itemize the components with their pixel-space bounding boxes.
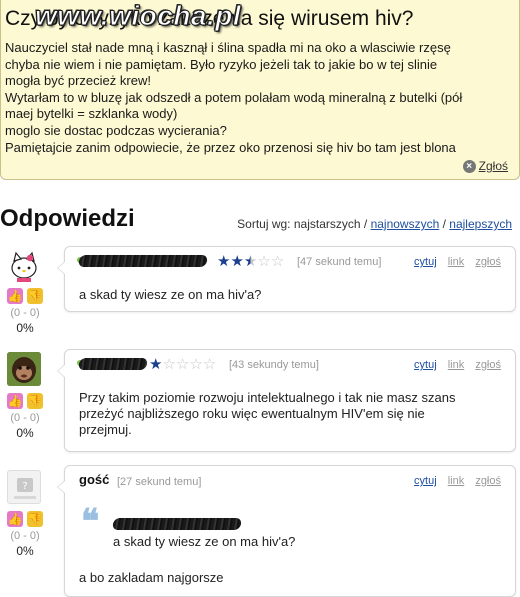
answer-text: a skad ty wiesz ze on ma hiv'a? bbox=[79, 287, 262, 302]
star-icon: ☆ bbox=[202, 356, 217, 373]
star-icon: ☆ bbox=[175, 356, 190, 373]
vote-score: (0 - 0) bbox=[10, 412, 40, 424]
vote-percent: 0% bbox=[16, 321, 34, 335]
quote-link[interactable]: cytuj bbox=[414, 256, 437, 268]
answer-author: gość bbox=[79, 472, 110, 487]
star-icon: ☆ bbox=[270, 253, 285, 270]
monkey-avatar[interactable] bbox=[7, 352, 41, 386]
question-body: Nauczyciel stał nade mną i kasznął i śli… bbox=[5, 40, 513, 156]
rating-stars: ★★★☆☆ bbox=[217, 252, 284, 270]
sort-separator: / bbox=[442, 217, 446, 231]
star-icon: ☆ bbox=[162, 356, 176, 373]
vote-panel: 👍 👎 (0 - 0) 0% bbox=[3, 393, 47, 440]
guest-avatar[interactable]: ? bbox=[7, 470, 41, 504]
question-line: maej bytelki = szklanka wody) bbox=[5, 106, 178, 122]
thumb-down-icon[interactable]: 👎 bbox=[27, 511, 43, 527]
report-answer-link[interactable]: zgłoś bbox=[475, 359, 501, 371]
vote-panel: 👍 👎 (0 - 0) 0% bbox=[3, 288, 47, 335]
answer-text-line: przejmuj. bbox=[79, 422, 132, 437]
quote-icon: ❝ bbox=[81, 502, 100, 542]
redacted-username bbox=[77, 255, 209, 267]
vote-score: (0 - 0) bbox=[10, 307, 40, 319]
svg-text:?: ? bbox=[22, 481, 27, 492]
report-question-link[interactable]: × Zgłoś bbox=[462, 159, 508, 173]
hello-kitty-avatar[interactable] bbox=[7, 249, 41, 283]
answer-timestamp: [27 sekund temu] bbox=[117, 476, 202, 488]
answer-timestamp: [47 sekund temu] bbox=[297, 256, 382, 268]
answer-actions: cytuj link zgłoś bbox=[414, 359, 501, 371]
vote-percent: 0% bbox=[16, 544, 34, 558]
thumb-up-icon[interactable]: 👍 bbox=[7, 288, 23, 304]
answer-actions: cytuj link zgłoś bbox=[414, 475, 501, 487]
vote-percent: 0% bbox=[16, 426, 34, 440]
answer-actions: cytuj link zgłoś bbox=[414, 256, 501, 268]
star-icon: ★ bbox=[149, 356, 163, 373]
sort-controls: Sortuj wg: najstarszych / najnowszych / … bbox=[237, 217, 512, 231]
report-answer-link[interactable]: zgłoś bbox=[475, 256, 501, 268]
vote-score: (0 - 0) bbox=[10, 530, 40, 542]
answer-text-line: Przy takim poziomie rozwoju intelektualn… bbox=[79, 390, 456, 405]
thumb-up-icon[interactable]: 👍 bbox=[7, 511, 23, 527]
answer-text-line: przeżyć najbliższego roku więc ewentualn… bbox=[79, 406, 425, 421]
question-line: Pamiętajcie zanim odpowiecie, że przez o… bbox=[5, 139, 456, 155]
quoted-text: a skad ty wiesz ze on ma hiv'a? bbox=[113, 534, 296, 549]
question-line: mogła być przecież krew! bbox=[5, 73, 151, 89]
star-icon: ★ bbox=[243, 253, 258, 270]
site-watermark: www.wiocha.pl bbox=[34, 0, 242, 32]
star-icon: ★ bbox=[230, 253, 244, 270]
answers-heading: Odpowiedzi bbox=[0, 205, 135, 232]
question-line: moglo sie dostac podczas wycierania? bbox=[5, 122, 227, 138]
answer-bubble: ★★★☆☆ [47 sekund temu] cytuj link zgłoś … bbox=[57, 246, 516, 312]
permalink-link[interactable]: link bbox=[448, 359, 465, 371]
star-icon: ☆ bbox=[189, 356, 203, 373]
close-icon: × bbox=[462, 159, 476, 173]
answer-bubble: gość [27 sekund temu] cytuj link zgłoś ❝… bbox=[57, 465, 516, 597]
sort-newest-link[interactable]: najnowszych bbox=[371, 217, 440, 231]
permalink-link[interactable]: link bbox=[448, 475, 465, 487]
thumb-up-icon[interactable]: 👍 bbox=[7, 393, 23, 409]
answer-timestamp: [43 sekundy temu] bbox=[229, 359, 319, 371]
question-line: chyba nie wiem i nie pamiętam. Było ryzy… bbox=[5, 56, 438, 72]
sort-best-link[interactable]: najlepszych bbox=[449, 217, 512, 231]
report-answer-link[interactable]: zgłoś bbox=[475, 475, 501, 487]
quote-link[interactable]: cytuj bbox=[414, 359, 437, 371]
star-icon: ★ bbox=[217, 253, 231, 270]
rating-stars: ★☆☆☆☆ bbox=[149, 355, 216, 373]
redacted-quoted-username bbox=[111, 518, 243, 530]
sort-label: Sortuj wg: najstarszych / bbox=[237, 217, 368, 231]
answer-text: Przy takim poziomie rozwoju intelektualn… bbox=[79, 390, 455, 438]
thumb-down-icon[interactable]: 👎 bbox=[27, 288, 43, 304]
redacted-username bbox=[77, 358, 149, 370]
answer-bubble: ★☆☆☆☆ [43 sekundy temu] cytuj link zgłoś… bbox=[57, 349, 516, 452]
report-label: Zgłoś bbox=[478, 159, 508, 173]
answer-text: a bo zakladam najgorsze bbox=[79, 570, 224, 585]
question-line: Nauczyciel stał nade mną i kasznął i śli… bbox=[5, 40, 451, 55]
quote-link[interactable]: cytuj bbox=[414, 475, 437, 487]
permalink-link[interactable]: link bbox=[448, 256, 465, 268]
question-line: Wytarłam to w bluzę jak odszedł a potem … bbox=[5, 89, 463, 105]
thumb-down-icon[interactable]: 👎 bbox=[27, 393, 43, 409]
vote-panel: 👍 👎 (0 - 0) 0% bbox=[3, 511, 47, 558]
question-box: Czy było ryzyko zakazenia się wirusem hi… bbox=[0, 0, 520, 180]
star-icon: ☆ bbox=[257, 253, 271, 270]
